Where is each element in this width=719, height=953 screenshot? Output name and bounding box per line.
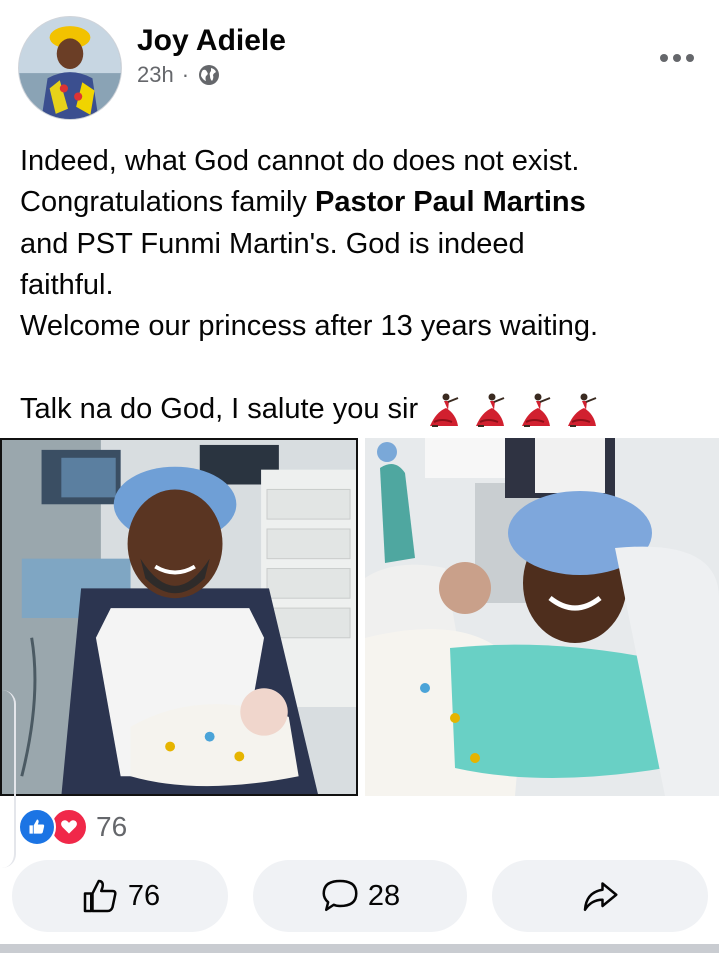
photo-image bbox=[365, 438, 719, 796]
like-count: 76 bbox=[127, 879, 161, 912]
dancer-emoji bbox=[430, 393, 459, 428]
post-body: Indeed, what God cannot do does not exis… bbox=[20, 141, 710, 430]
post-time[interactable]: 23h bbox=[137, 62, 174, 88]
father-holding-baby-photo[interactable] bbox=[0, 438, 358, 796]
post-line-text: Congratulations family bbox=[20, 186, 315, 219]
reaction-summary[interactable]: 76 bbox=[18, 808, 127, 846]
action-bar: 76 28 bbox=[0, 860, 719, 934]
meta-separator: · bbox=[181, 62, 190, 87]
dot bbox=[673, 54, 681, 62]
globe-icon bbox=[199, 65, 220, 85]
dancer-emoji bbox=[476, 393, 505, 428]
post-line-text: Talk na do God, I salute you sir bbox=[20, 392, 419, 425]
photo-image bbox=[2, 440, 356, 794]
dot bbox=[686, 54, 694, 62]
carousel-edge bbox=[0, 690, 16, 868]
dancer-emoji bbox=[568, 393, 597, 428]
post-line: Congratulations family Pastor Paul Marti… bbox=[20, 182, 710, 223]
more-dots-icon[interactable] bbox=[657, 48, 697, 68]
author-name[interactable]: Joy Adiele bbox=[137, 24, 286, 58]
comment-count: 28 bbox=[367, 879, 401, 912]
author-avatar[interactable] bbox=[18, 16, 122, 120]
dancer-emoji bbox=[522, 393, 551, 428]
mother-with-baby-photo[interactable] bbox=[365, 438, 719, 796]
post-line: Talk na do God, I salute you sir bbox=[20, 389, 710, 430]
thumbs-up-icon bbox=[83, 879, 117, 913]
post-line: Welcome our princess after 13 years wait… bbox=[20, 310, 599, 343]
post-header: Joy Adiele 23h · bbox=[0, 0, 719, 120]
avatar-picture bbox=[19, 17, 121, 119]
share-button[interactable] bbox=[492, 860, 708, 932]
dancer-emoji-row bbox=[422, 392, 600, 428]
like-button[interactable]: 76 bbox=[12, 860, 228, 932]
post-line: and PST Funmi Martin's. God is indeed bbox=[20, 227, 525, 260]
post-line: faithful. bbox=[20, 268, 114, 301]
tagged-name[interactable]: Pastor Paul Martins bbox=[315, 186, 586, 218]
feed-divider bbox=[0, 944, 719, 953]
comment-button[interactable]: 28 bbox=[253, 860, 467, 932]
post-meta: 23h · bbox=[137, 62, 221, 88]
post-line: Indeed, what God cannot do does not exis… bbox=[20, 145, 580, 177]
reaction-count: 76 bbox=[96, 811, 128, 842]
comment-icon bbox=[322, 879, 358, 911]
dot bbox=[660, 54, 668, 62]
share-icon bbox=[583, 882, 618, 911]
like-icon bbox=[18, 808, 56, 846]
